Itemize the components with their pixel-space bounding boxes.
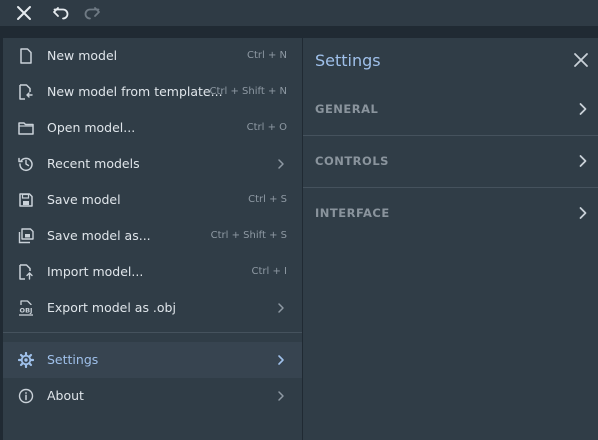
settings-section-general[interactable]: GENERAL	[303, 83, 598, 136]
menu-item-shortcut: Ctrl + N	[246, 50, 287, 61]
folder-icon	[17, 119, 35, 137]
chevron-right-icon	[278, 159, 284, 169]
menu-item-recent-models[interactable]: Recent models	[3, 146, 302, 182]
chevron-right-icon	[579, 155, 587, 167]
menu-item-open-model[interactable]: Open model... Ctrl + O	[3, 110, 302, 146]
close-icon	[17, 6, 31, 20]
menu-item-shortcut: Ctrl + Shift + N	[209, 86, 287, 97]
history-icon	[17, 155, 35, 173]
info-icon	[17, 387, 35, 405]
menu-item-label: New model	[47, 48, 118, 63]
menu-item-label: About	[47, 388, 84, 403]
menu-item-shortcut: Ctrl + S	[248, 194, 287, 205]
file-template-icon	[17, 83, 35, 101]
menu-item-export-model-obj[interactable]: OBJ Export model as .obj	[3, 290, 302, 326]
menu-item-shortcut: Ctrl + I	[251, 266, 287, 277]
settings-section-controls[interactable]: CONTROLS	[303, 135, 598, 188]
menu-item-label: Recent models	[47, 156, 140, 171]
menu-item-new-model-from-template[interactable]: New model from template... Ctrl + Shift …	[3, 74, 302, 110]
menu-item-shortcut: Ctrl + O	[246, 122, 287, 133]
section-label: GENERAL	[315, 102, 379, 116]
svg-text:OBJ: OBJ	[20, 307, 33, 315]
menu-item-save-model-as[interactable]: Save model as... Ctrl + Shift + S	[3, 218, 302, 254]
menu-item-label: Save model as...	[47, 228, 151, 243]
settings-title: Settings	[315, 51, 381, 70]
menu-item-settings[interactable]: Settings	[3, 342, 302, 378]
close-button[interactable]	[14, 3, 34, 23]
settings-panel: Settings GENERAL CONTROLS INTERFACE	[303, 38, 598, 440]
menu-item-save-model[interactable]: Save model Ctrl + S	[3, 182, 302, 218]
menu-divider	[3, 332, 302, 333]
chevron-right-icon	[278, 303, 284, 313]
redo-icon	[84, 7, 100, 20]
chevron-right-icon	[278, 355, 284, 365]
gear-icon	[17, 351, 35, 369]
section-label: INTERFACE	[315, 206, 390, 220]
top-toolbar	[0, 0, 598, 26]
menu-item-label: Import model...	[47, 264, 144, 279]
chevron-right-icon	[579, 207, 587, 219]
import-icon	[17, 263, 35, 281]
menu-item-label: Settings	[47, 352, 99, 367]
save-icon	[17, 191, 35, 209]
settings-close-button[interactable]	[572, 51, 590, 69]
save-as-icon	[17, 227, 35, 245]
chevron-right-icon	[579, 103, 587, 115]
menu-item-label: Save model	[47, 192, 121, 207]
menu-item-label: New model from template...	[47, 84, 223, 99]
menu-item-label: Open model...	[47, 120, 136, 135]
chevron-right-icon	[278, 391, 284, 401]
menu-item-shortcut: Ctrl + Shift + S	[210, 230, 287, 241]
menu-item-import-model[interactable]: Import model... Ctrl + I	[3, 254, 302, 290]
export-obj-icon: OBJ	[17, 299, 35, 317]
menu-item-about[interactable]: About	[3, 378, 302, 414]
file-icon	[17, 47, 35, 65]
menu-item-new-model[interactable]: New model Ctrl + N	[3, 38, 302, 74]
main-menu: New model Ctrl + N New model from templa…	[3, 38, 302, 440]
settings-section-interface[interactable]: INTERFACE	[303, 187, 598, 239]
close-icon	[574, 53, 588, 67]
redo-button[interactable]	[82, 3, 102, 23]
undo-button[interactable]	[51, 3, 71, 23]
undo-icon	[53, 7, 69, 20]
section-label: CONTROLS	[315, 154, 389, 168]
menu-item-label: Export model as .obj	[47, 300, 176, 315]
